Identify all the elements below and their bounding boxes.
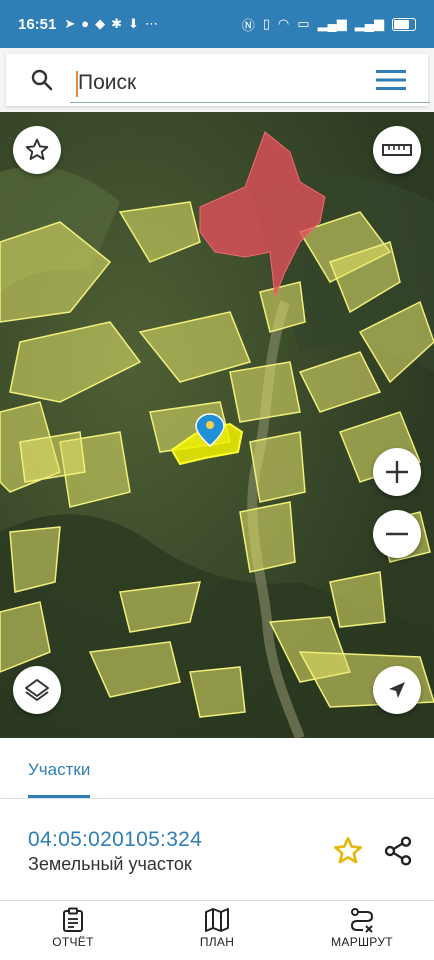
system-icons: Ⓝ ▯ ◠ ▭ ▂▄▆ ▂▄▆	[242, 15, 416, 34]
chat-icon: ●	[81, 16, 90, 31]
top-bar	[0, 48, 434, 112]
nav-report[interactable]: ОТЧЁТ	[18, 907, 128, 949]
battery-icon	[392, 17, 416, 31]
status-bar: 16:51 ➤ ● ◆ ✱ ⬇ ⋯ Ⓝ ▯ ◠ ▭ ▂▄▆ ▂▄▆	[0, 0, 434, 48]
nav-plan-label: ПЛАН	[199, 935, 235, 949]
ruler-icon	[382, 144, 412, 156]
clipboard-icon	[63, 907, 83, 932]
download-icon: ⬇	[128, 16, 139, 31]
zoom-in-button[interactable]	[373, 448, 421, 496]
vibrate-icon: ▯	[262, 16, 270, 31]
status-time: 16:51	[18, 15, 57, 33]
more-notifications-icon: ⋯	[144, 16, 158, 31]
text-cursor	[76, 71, 78, 97]
tab-parcels[interactable]: Участки	[28, 760, 90, 780]
map-view[interactable]	[0, 112, 434, 738]
favorites-star-button[interactable]	[13, 126, 61, 174]
minus-icon	[386, 532, 408, 536]
signal-icon-2: ▂▄▆	[354, 16, 384, 31]
nav-route[interactable]: МАРШРУТ	[307, 907, 417, 949]
nav-route-label: МАРШРУТ	[331, 935, 393, 949]
share-icon[interactable]	[382, 835, 414, 867]
menu-icon[interactable]	[376, 68, 406, 92]
my-location-button[interactable]	[373, 666, 421, 714]
nav-plan[interactable]: ПЛАН	[162, 907, 272, 949]
search-icon[interactable]	[30, 68, 54, 92]
signal-icon: ▂▄▆	[317, 16, 347, 31]
layers-icon	[25, 679, 49, 701]
parcel-type-label: Земельный участок	[28, 854, 192, 874]
message-icon: ◆	[95, 16, 106, 31]
satellite-map	[0, 112, 434, 738]
wifi-icon: ◠	[277, 16, 290, 31]
zoom-out-button[interactable]	[373, 510, 421, 558]
favorite-star-icon[interactable]	[332, 835, 364, 867]
nav-report-label: ОТЧЁТ	[52, 935, 94, 949]
volte-icon: ▭	[297, 16, 310, 31]
navigation-arrow-icon	[389, 682, 405, 698]
search-bar	[6, 54, 430, 106]
star-outline-icon	[25, 138, 49, 160]
map-icon	[205, 908, 229, 932]
bottom-navigation: ОТЧЁТ ПЛАН МАРШРУТ	[0, 901, 434, 960]
divider	[0, 798, 434, 799]
layers-button[interactable]	[13, 666, 61, 714]
parcel-cadastral-number[interactable]: 04:05:020105:324	[28, 828, 202, 852]
notification-icons: ➤ ● ◆ ✱ ⬇ ⋯	[64, 16, 158, 32]
nfc-icon: Ⓝ	[241, 17, 255, 33]
plus-icon	[386, 461, 408, 483]
telegram-icon: ➤	[64, 16, 76, 31]
route-icon	[350, 908, 374, 933]
parcel-info-panel: Участки 04:05:020105:324 Земельный участ…	[0, 738, 434, 900]
settings-icon: ✱	[111, 16, 123, 31]
ruler-button[interactable]	[373, 126, 421, 174]
